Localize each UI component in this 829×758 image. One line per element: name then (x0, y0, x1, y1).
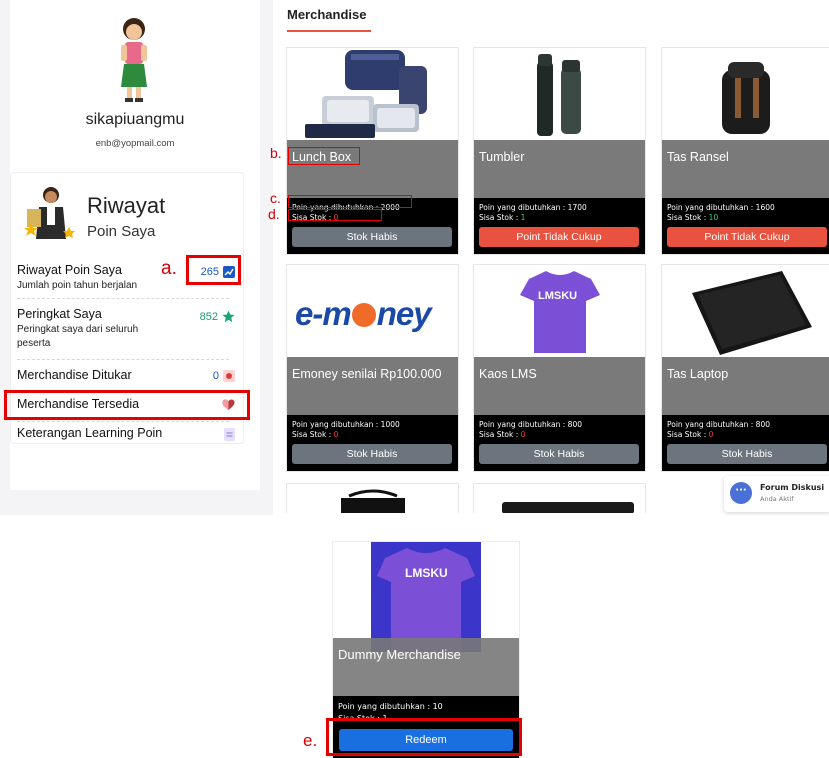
product-name: Tas Laptop (667, 367, 729, 381)
riwayat-subtitle: Poin Saya (87, 223, 156, 240)
highlight-redeem (326, 718, 522, 756)
product-card-partial (286, 483, 459, 513)
product-name: Dummy Merchandise (338, 647, 461, 662)
keterangan-badge (224, 428, 235, 441)
divider (17, 359, 229, 360)
product-name-band: Tas Laptop (662, 357, 829, 415)
product-image (502, 502, 634, 513)
annotation-a: a. (161, 258, 177, 279)
product-name-band: Emoney senilai Rp100.000 (287, 357, 458, 415)
menu-title: Keterangan Learning Poin (17, 426, 163, 440)
product-name-band: Kaos LMS (474, 357, 645, 415)
emoney-logo: e-m ney (295, 295, 432, 332)
menu-title: Merchandise Ditukar (17, 368, 132, 382)
rank-value: 852 (199, 310, 218, 323)
product-name: Tas Ransel (667, 150, 729, 164)
points-needed: Poin yang dibutuhkan : 800 (667, 420, 770, 429)
ditukar-badge: 0 (213, 370, 235, 382)
rank-badge: 852 (200, 310, 235, 323)
menu-merchandise-ditukar[interactable]: Merchandise Ditukar 0 (17, 368, 241, 382)
product-card: e-m ney Emoney senilai Rp100.000 Poin yan… (286, 264, 459, 472)
divider (17, 298, 229, 299)
product-name-band: Tas Ransel (662, 140, 829, 198)
points-needed: Poin yang dibutuhkan : 800 (479, 420, 582, 429)
product-info: Poin yang dibutuhkan : 800 Sisa Stok : 0… (662, 415, 829, 471)
points-needed: Poin yang dibutuhkan : 1600 (667, 203, 775, 212)
stock-remaining: Sisa Stok : 10 (667, 213, 719, 222)
product-card-partial (473, 483, 646, 513)
user-email: enb@yopmail.com (95, 138, 175, 149)
product-name-band: Dummy Merchandise (333, 638, 519, 696)
menu-desc: Peringkat saya dari seluruh peserta (17, 324, 139, 349)
main-content: Merchandise Lunch Box Poin yang dibutuhk… (273, 0, 829, 515)
stock-remaining: Sisa Stok : 1 (479, 213, 526, 222)
product-image (474, 265, 645, 357)
username: sikapiuangmu (85, 111, 185, 128)
section-underline (287, 30, 371, 32)
menu-peringkat[interactable]: Peringkat Saya Peringkat saya dari selur… (17, 307, 241, 350)
box-icon (223, 370, 235, 382)
product-info: Poin yang dibutuhkan : 1000 Sisa Stok : … (287, 415, 458, 471)
highlight-points (186, 255, 241, 285)
stock-remaining: Sisa Stok : 0 (292, 430, 339, 439)
product-image (341, 489, 405, 513)
product-image (662, 265, 829, 357)
product-card: LMSKU Kaos LMS Poin yang dibutuhkan : 80… (473, 264, 646, 472)
star-icon (222, 310, 235, 323)
product-name-band: Tumbler (474, 140, 645, 198)
point-tidak-cukup-button[interactable]: Point Tidak Cukup (479, 227, 639, 247)
teacher-illustration (24, 187, 75, 239)
product-info: Poin yang dibutuhkan : 1600 Sisa Stok : … (662, 198, 829, 254)
stok-habis-button[interactable]: Stok Habis (479, 444, 639, 464)
highlight-stock (288, 209, 382, 221)
product-name: Tumbler (479, 150, 525, 164)
forum-diskusi-widget[interactable]: ··· Forum Diskusi Anda Aktif (724, 476, 829, 512)
stok-habis-button[interactable]: Stok Habis (292, 444, 452, 464)
highlight-product-name (288, 147, 360, 165)
riwayat-title: Riwayat (87, 193, 166, 218)
chat-icon: ··· (730, 482, 752, 504)
product-card: Tumbler Poin yang dibutuhkan : 1700 Sisa… (473, 47, 646, 255)
product-info: Poin yang dibutuhkan : 1700 Sisa Stok : … (474, 198, 645, 254)
product-name: Emoney senilai Rp100.000 (292, 367, 442, 381)
point-tidak-cukup-button[interactable]: Point Tidak Cukup (667, 227, 827, 247)
product-card: Tas Ransel Poin yang dibutuhkan : 1600 S… (661, 47, 829, 255)
section-title: Merchandise (287, 7, 367, 22)
ditukar-value: 0 (212, 370, 219, 382)
points-needed: Poin yang dibutuhkan : 1700 (479, 203, 587, 212)
user-avatar (121, 18, 147, 102)
annotation-d: d. (268, 206, 280, 222)
highlight-merchandise-tersedia (4, 390, 250, 420)
product-image (287, 48, 458, 140)
annotation-e: e. (303, 731, 318, 750)
annotation-b: b. (270, 145, 282, 161)
divider (17, 421, 229, 422)
menu-keterangan[interactable]: Keterangan Learning Poin (17, 426, 241, 441)
points-needed: Poin yang dibutuhkan : 10 (338, 702, 443, 711)
product-image (474, 48, 645, 140)
product-image (371, 542, 481, 652)
highlight-points-needed (288, 195, 412, 208)
document-icon (224, 428, 235, 441)
product-card: Tas Laptop Poin yang dibutuhkan : 800 Si… (661, 264, 829, 472)
product-name: Kaos LMS (479, 367, 537, 381)
lmsku-logo: LMSKU (405, 566, 448, 580)
forum-title: Forum Diskusi (760, 483, 825, 492)
lmsku-logo: LMSKU (538, 290, 578, 302)
product-image (662, 48, 829, 140)
product-info: Poin yang dibutuhkan : 800 Sisa Stok : 0… (474, 415, 645, 471)
product-image: e-m ney (287, 265, 458, 357)
forum-status: Anda Aktif (760, 495, 794, 503)
points-needed: Poin yang dibutuhkan : 1000 (292, 420, 400, 429)
page: sikapiuangmu enb@yopmail.com Riwayat Poi… (0, 0, 829, 758)
stock-remaining: Sisa Stok : 0 (479, 430, 526, 439)
stock-remaining: Sisa Stok : 0 (667, 430, 714, 439)
stok-habis-button[interactable]: Stok Habis (292, 227, 452, 247)
stok-habis-button[interactable]: Stok Habis (667, 444, 827, 464)
annotation-c: c. (270, 190, 281, 206)
